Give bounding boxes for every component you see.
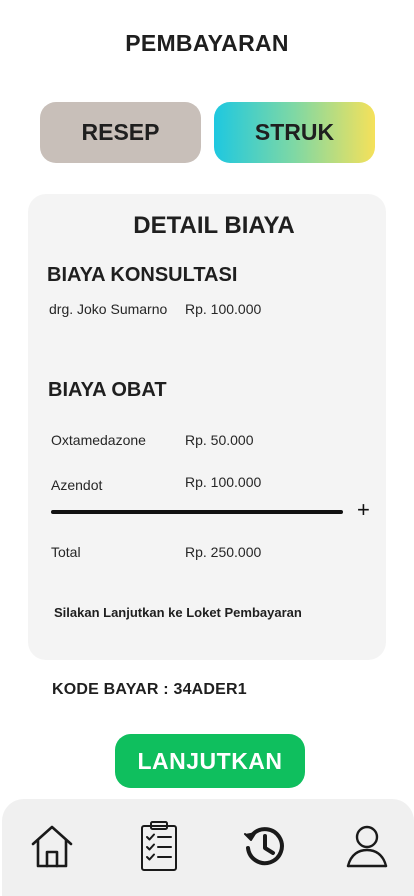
obat-item-name: Oxtamedazone: [51, 432, 146, 448]
profile-icon: [346, 825, 388, 868]
konsultasi-title: BIAYA KONSULTASI: [47, 264, 238, 286]
nav-home[interactable]: [25, 819, 79, 873]
nav-history[interactable]: [236, 819, 290, 873]
total-label: Total: [51, 544, 81, 560]
konsultasi-doctor: drg. Joko Sumarno: [49, 301, 168, 317]
obat-item-name: Azendot: [51, 477, 103, 493]
sum-divider: [51, 510, 343, 514]
nav-profile[interactable]: [340, 819, 394, 873]
plus-sign: +: [357, 497, 370, 522]
payment-code-label: KODE BAYAR :: [52, 681, 169, 698]
nav-prescription[interactable]: [132, 819, 186, 873]
konsultasi-fee: Rp. 100.000: [185, 301, 262, 317]
tab-resep[interactable]: RESEP: [40, 102, 201, 163]
page-title: PEMBAYARAN: [125, 30, 289, 56]
home-icon: [31, 825, 73, 868]
payment-code: KODE BAYAR : 34ADER1: [52, 681, 247, 699]
obat-item-price: Rp. 100.000: [185, 474, 262, 490]
checklist-icon: [141, 821, 177, 871]
obat-item-price: Rp. 50.000: [185, 432, 254, 448]
history-icon: [244, 827, 284, 866]
obat-title: BIAYA OBAT: [48, 379, 167, 401]
bottom-nav: [2, 799, 414, 896]
payment-screen: PEMBAYARAN RESEP STRUK DETAIL BIAYA BIAY…: [0, 0, 414, 896]
tab-struk[interactable]: STRUK: [214, 102, 375, 163]
continue-button[interactable]: LANJUTKAN: [115, 734, 305, 788]
detail-title: DETAIL BIAYA: [133, 212, 295, 239]
total-value: Rp. 250.000: [185, 544, 262, 560]
payment-note: Silakan Lanjutkan ke Loket Pembayaran: [54, 605, 302, 620]
payment-code-value: 34ADER1: [173, 681, 247, 698]
